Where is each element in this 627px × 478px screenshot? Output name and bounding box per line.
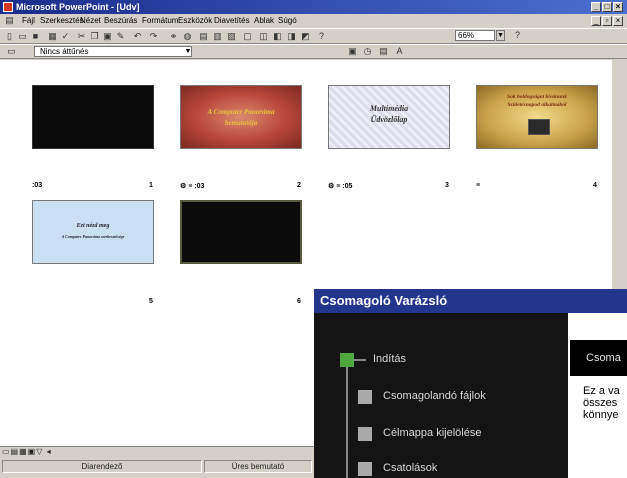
- wizard-step-start[interactable]: Indítás: [373, 353, 406, 365]
- slide-transition-icon[interactable]: ▭: [6, 46, 17, 57]
- slide-4-title: Sok boldogságot kívánunk: [507, 94, 567, 100]
- wizard-step-marker: [358, 462, 372, 476]
- show-formatting-toggle-icon[interactable]: A: [394, 46, 405, 57]
- zoom-box[interactable]: 66%: [455, 30, 495, 41]
- wizard-content-line: könnye: [583, 409, 619, 421]
- transition-icon: ⚙ ≡: [328, 183, 343, 190]
- transition-icon: ⚙ ≡: [180, 183, 195, 190]
- wizard-step-files[interactable]: Csomagolandó fájlok: [383, 390, 486, 402]
- slide-thumbnail-1[interactable]: [32, 85, 154, 149]
- zoom-dropdown-arrow[interactable]: ▼: [496, 30, 505, 41]
- view-buttons[interactable]: ▭▤▦▣▽ ◂: [2, 447, 52, 456]
- insert-clipart-icon[interactable]: ▧: [226, 31, 237, 42]
- redo-icon[interactable]: ↷: [148, 31, 159, 42]
- wizard-step-marker: [358, 427, 372, 441]
- menu-help[interactable]: Súgó: [278, 14, 297, 28]
- spelling-icon[interactable]: ✓: [60, 31, 71, 42]
- transition-effect-select[interactable]: Nincs áttűnés: [34, 46, 192, 57]
- wizard-title: Csomagoló Varázsló: [314, 289, 627, 313]
- slide-timing-3: ⚙ ≡ :05: [328, 183, 353, 190]
- slide-number-1: 1: [149, 182, 153, 189]
- slide-number-3: 3: [445, 182, 449, 189]
- wizard-content-heading: Csoma: [570, 340, 627, 376]
- rehearse-timings-icon[interactable]: ◷: [362, 46, 373, 57]
- insert-chart-icon[interactable]: ▥: [212, 31, 223, 42]
- status-view-label: Diarendező: [2, 460, 202, 473]
- open-icon[interactable]: ▭: [17, 31, 28, 42]
- menu-bar: ▤ Fájl Szerkesztés Nézet Beszúrás Formát…: [0, 14, 627, 28]
- copy-icon[interactable]: ❐: [89, 31, 100, 42]
- menu-tools[interactable]: Eszközök: [178, 14, 212, 28]
- wizard-content-line: összes: [583, 397, 618, 409]
- slide-3-subtitle: Üdvözlőlap: [370, 115, 408, 124]
- slide-timing-1: :03: [32, 182, 43, 189]
- doc-close-button[interactable]: ×: [613, 16, 623, 26]
- slide-3-title: Multimédia: [369, 104, 409, 113]
- status-template-label: Üres bemutató: [204, 460, 312, 473]
- menu-slideshow[interactable]: Diavetítés: [214, 14, 250, 28]
- slide-thumbnail-4[interactable]: Sok boldogságot kívánunk Születésnapod a…: [476, 85, 598, 149]
- slide-5-title: Ezt nézd meg: [76, 223, 110, 229]
- slide-4-photo: [528, 119, 550, 135]
- maximize-button[interactable]: □: [602, 2, 612, 12]
- slide-timing-2: ⚙ ≡ :03: [180, 183, 205, 190]
- doc-minimize-button[interactable]: _: [591, 16, 601, 26]
- minimize-button[interactable]: _: [591, 2, 601, 12]
- slide-number-2: 2: [297, 182, 301, 189]
- black-white-view-icon[interactable]: ◧: [272, 31, 283, 42]
- hide-slide-icon[interactable]: ▣: [347, 46, 358, 57]
- wizard-content-line: Ez a va: [583, 385, 620, 397]
- slide-5-subtitle: A Computer Panoráma szerkesztősége: [61, 234, 125, 239]
- save-icon[interactable]: ■: [30, 31, 41, 42]
- window-title: Microsoft PowerPoint - [Udv]: [16, 2, 140, 12]
- menu-view[interactable]: Nézet: [80, 14, 101, 28]
- expand-slide-icon[interactable]: ◫: [258, 31, 269, 42]
- wizard-step-connector: [354, 359, 366, 361]
- summary-slide-icon[interactable]: ▤: [378, 46, 389, 57]
- web-toolbar-icon[interactable]: ◍: [182, 31, 193, 42]
- slide-thumbnail-2[interactable]: A Computer Panoráma bemutatója: [180, 85, 302, 149]
- wizard-step-marker-active: [340, 353, 354, 367]
- grayscale-icon[interactable]: ◩: [300, 31, 311, 42]
- standard-toolbar: ▯ ▭ ■ ▦ ✓ ✂ ❐ ▣ ✎ ↶ ↷ ⚭ ◍ ▤ ▥ ▧ ▢ ◫ ◧ ◨ …: [0, 28, 627, 44]
- cut-icon[interactable]: ✂: [76, 31, 87, 42]
- slide-4-subtitle: Születésnapod alkalmából: [507, 102, 567, 108]
- slide-thumbnail-5[interactable]: Ezt nézd meg A Computer Panoráma szerkes…: [32, 200, 154, 264]
- hyperlink-icon[interactable]: ⚭: [168, 31, 179, 42]
- doc-restore-button[interactable]: ▫: [602, 16, 612, 26]
- title-bar: Microsoft PowerPoint - [Udv] _ □ ×: [0, 0, 627, 14]
- slide-2-subtitle: bemutatója: [224, 119, 258, 127]
- show-formatting-icon[interactable]: ◨: [286, 31, 297, 42]
- wizard-step-line: [346, 357, 348, 478]
- menu-insert[interactable]: Beszúrás: [104, 14, 137, 28]
- chevron-down-icon[interactable]: ▼: [184, 47, 192, 56]
- print-icon[interactable]: ▦: [47, 31, 58, 42]
- wizard-step-marker: [358, 390, 372, 404]
- slide-thumbnail-3[interactable]: Multimédia Üdvözlőlap: [328, 85, 450, 149]
- menu-window[interactable]: Ablak: [254, 14, 274, 28]
- slide-number-6: 6: [297, 298, 301, 305]
- new-icon[interactable]: ▯: [4, 31, 15, 42]
- insert-table-icon[interactable]: ▤: [198, 31, 209, 42]
- slide-number-4: 4: [593, 182, 597, 189]
- slide-4-transition-icon: ≡: [476, 182, 481, 189]
- document-icon[interactable]: ▤: [4, 15, 15, 26]
- undo-icon[interactable]: ↶: [132, 31, 143, 42]
- menu-format[interactable]: Formátum: [142, 14, 178, 28]
- close-button[interactable]: ×: [613, 2, 623, 12]
- slide-thumbnail-6[interactable]: [180, 200, 302, 264]
- help-icon[interactable]: ?: [316, 31, 327, 42]
- office-assistant-icon[interactable]: ?: [512, 30, 523, 41]
- menu-edit[interactable]: Szerkesztés: [40, 14, 84, 28]
- slide-number-5: 5: [149, 298, 153, 305]
- wizard-step-links[interactable]: Csatolások: [383, 462, 437, 474]
- wizard-step-destination[interactable]: Célmappa kijelölése: [383, 427, 481, 439]
- slide-2-title: A Computer Panoráma: [207, 108, 275, 116]
- menu-file[interactable]: Fájl: [22, 14, 35, 28]
- wizard-content-text: Ez a va összes könnye: [583, 385, 627, 421]
- paste-icon[interactable]: ▣: [102, 31, 113, 42]
- format-painter-icon[interactable]: ✎: [115, 31, 126, 42]
- new-slide-icon[interactable]: ▢: [242, 31, 253, 42]
- powerpoint-app-icon[interactable]: [3, 2, 13, 12]
